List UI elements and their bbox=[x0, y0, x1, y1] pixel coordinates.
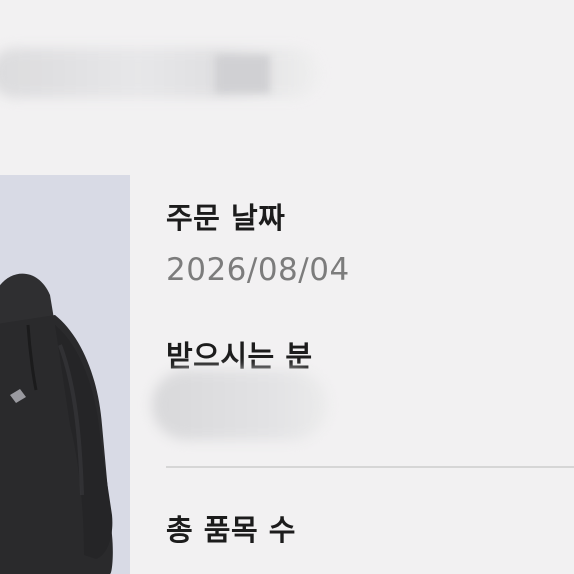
black-hoodie-image bbox=[0, 273, 113, 574]
order-date-label: 주문 날짜 bbox=[166, 201, 286, 235]
divider bbox=[166, 466, 574, 468]
order-date-value: 2026/08/04 bbox=[166, 252, 350, 288]
redacted-recipient-name bbox=[152, 370, 327, 440]
recipient-label: 받으시는 분 bbox=[166, 339, 313, 373]
redacted-header-block bbox=[215, 55, 270, 93]
product-thumbnail[interactable] bbox=[0, 175, 130, 574]
total-items-label: 총 품목 수 bbox=[166, 513, 296, 547]
redacted-header-text bbox=[0, 48, 320, 98]
